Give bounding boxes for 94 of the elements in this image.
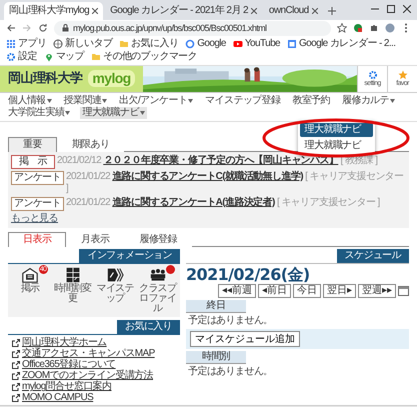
close-icon[interactable] xyxy=(312,8,318,14)
notice-link[interactable]: 進路に関するアンケートC(就職活動無し進学) xyxy=(112,170,303,182)
bulletin-board-icon[interactable] xyxy=(21,266,40,283)
browser-tab[interactable]: 岡山理科大学mylog xyxy=(4,2,104,20)
favorite-link[interactable]: 交通アクセス・キャンパスMAP xyxy=(12,348,176,360)
date-nav-button[interactable]: ◂前日 xyxy=(258,284,291,298)
bookmark[interactable]: お気に入り xyxy=(119,38,178,50)
reload-icon[interactable] xyxy=(38,23,48,34)
star-icon xyxy=(398,70,408,80)
notice-link[interactable]: 進路に関するアンケートA(進路決定者) xyxy=(112,196,275,208)
avatar-icon[interactable] xyxy=(385,23,395,34)
gear-icon xyxy=(368,70,378,80)
chevrons-icon[interactable] xyxy=(106,266,124,283)
add-schedule-button[interactable]: マイスケジュール追加 xyxy=(190,330,300,347)
group-icon[interactable] xyxy=(148,266,167,283)
map-pin-icon xyxy=(44,52,54,62)
external-link-icon xyxy=(12,338,20,347)
close-icon[interactable] xyxy=(250,8,257,14)
calendar-icon[interactable] xyxy=(398,285,409,296)
date-heading: 2021/02/26(金) xyxy=(186,264,311,284)
menu-item[interactable]: 教室予約 xyxy=(290,94,332,107)
favorite-link[interactable]: mylog問合せ窓口案内 xyxy=(12,381,176,392)
date-nav-button[interactable]: 翌日▸ xyxy=(323,284,356,298)
empty-message: 予定はありません。 xyxy=(187,364,274,379)
timetable-icon[interactable] xyxy=(64,266,82,283)
bookmark[interactable]: その他のブックマーク xyxy=(91,50,198,63)
bookmark[interactable]: Google カレンダー - 2... xyxy=(287,38,396,50)
menu-item[interactable]: 履修カルテ xyxy=(340,94,398,107)
date-nav-button[interactable]: ◂◂前週 xyxy=(218,284,256,298)
dropdown-item[interactable]: 理大就職ナビ xyxy=(300,122,373,137)
tab[interactable]: 重要 xyxy=(8,136,57,152)
maximize-icon[interactable] xyxy=(387,5,395,13)
browser-tab[interactable]: ownCloud xyxy=(264,2,323,20)
back-icon[interactable] xyxy=(6,23,16,34)
date-nav-button[interactable]: 今日 xyxy=(293,284,321,298)
external-link-icon xyxy=(12,360,20,369)
external-link-icon xyxy=(12,350,20,358)
notice-tag: アンケート xyxy=(11,196,64,211)
tab[interactable]: 日表示 xyxy=(8,232,66,247)
timed-label: 時間別 xyxy=(186,350,246,364)
calendar-icon xyxy=(287,38,297,49)
info-label[interactable]: クラスプロファイル xyxy=(138,284,178,314)
info-label[interactable]: 時間割変更 xyxy=(52,284,93,304)
section-header: スケジュール xyxy=(336,248,409,263)
notice-text: 2021/01/22 進路に関するアンケートC(就職活動無し進学) [ キャリア支援センター ] xyxy=(66,170,404,195)
brand-logo: mylog xyxy=(88,70,135,88)
bookmark[interactable]: 新しいタブ xyxy=(53,38,112,50)
menu-item[interactable]: マイステップ登録 xyxy=(203,94,282,107)
bookmark[interactable]: マップ xyxy=(44,50,84,63)
logo-panel[interactable]: 岡山理科大学 mylog xyxy=(0,66,143,92)
more-link[interactable]: もっと見る xyxy=(11,212,58,225)
url-text: mylog.pub.ous.ac.jp/upnv/up/bs/bsc005/Bsc00501.xhtml xyxy=(73,23,266,34)
play-icon xyxy=(232,38,243,49)
folder-icon xyxy=(91,52,102,62)
external-link-icon xyxy=(12,394,20,402)
close-icon[interactable] xyxy=(92,8,98,14)
all-day-label: 終日 xyxy=(186,300,246,313)
new-tab-icon[interactable] xyxy=(328,7,336,15)
info-label[interactable]: 掲示 xyxy=(10,284,50,294)
browser-tab[interactable]: Google カレンダー - 2021年 2月 2 xyxy=(105,2,262,20)
star-outline-icon[interactable] xyxy=(337,23,347,34)
apps-grid-icon xyxy=(6,38,16,49)
notice-tag: アンケート xyxy=(11,170,64,185)
menu-item[interactable]: 授業関連 xyxy=(62,94,110,107)
tab[interactable]: 履修登録 xyxy=(124,232,192,247)
favorite-link[interactable]: ZOOMでのオンライン受講方法 xyxy=(12,370,176,382)
university-name: 岡山理科大学 xyxy=(8,71,82,87)
section-header: インフォメーション xyxy=(79,248,180,263)
external-link-icon xyxy=(12,372,20,380)
tab[interactable]: 期限あり xyxy=(56,136,124,152)
favorite-link[interactable]: MOMO CAMPUS xyxy=(12,392,176,404)
bookmark[interactable]: Google xyxy=(185,38,226,50)
close-icon[interactable] xyxy=(403,5,411,13)
favorite-link[interactable]: 岡山理科大学ホーム xyxy=(12,337,176,348)
external-link-icon xyxy=(12,382,20,391)
favorite-link[interactable]: Office365登録について xyxy=(12,359,176,370)
menu-item[interactable]: 大学院生実績 xyxy=(6,106,72,119)
menu-item[interactable]: 個人情報 xyxy=(6,94,54,107)
section-header: お気に入り xyxy=(116,320,180,334)
globe-icon xyxy=(53,38,64,49)
address-field[interactable]: mylog.pub.ous.ac.jp/upnv/up/bs/bsc005/Bsc00501.xhtml xyxy=(54,21,331,36)
bookmark[interactable]: アプリ xyxy=(6,38,46,50)
menu-item[interactable]: 理大就職ナビ xyxy=(80,106,147,119)
gear-icon xyxy=(6,52,16,62)
empty-message: 予定はありません。 xyxy=(187,314,274,328)
notice-tag: 掲 示 xyxy=(11,154,55,169)
bookmark[interactable]: 設定 xyxy=(6,50,37,63)
menu-item[interactable]: 出欠/アンケート xyxy=(117,94,196,107)
lock-icon xyxy=(62,24,69,32)
date-nav-button[interactable]: 翌週▸▸ xyxy=(358,284,396,298)
notice-text: 2021/01/22 進路に関するアンケートA(進路決定者) [ キャリア支援センター ] xyxy=(66,196,380,209)
tab[interactable]: 月表示 xyxy=(66,232,124,247)
bookmark[interactable]: YouTube xyxy=(232,38,280,50)
info-label[interactable]: マイステップ xyxy=(95,284,136,304)
